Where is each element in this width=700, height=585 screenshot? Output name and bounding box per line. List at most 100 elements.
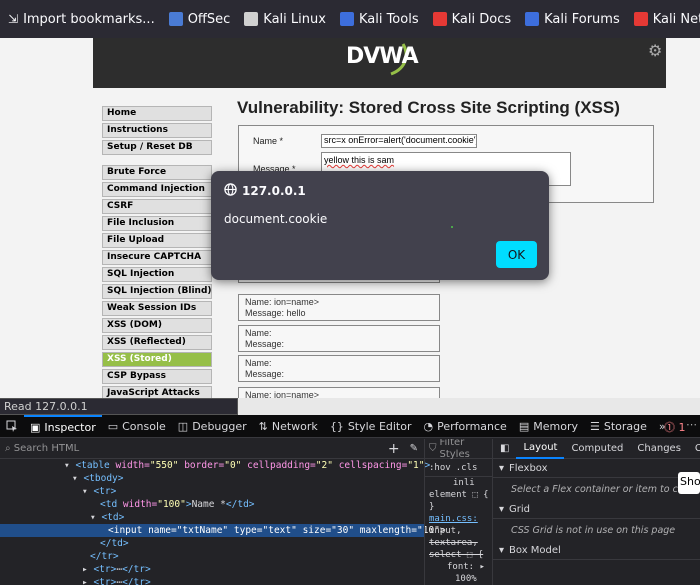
html-tree: ▾ <table width="550" border="0" cellpadd…	[0, 459, 446, 585]
tree-line[interactable]: </tr>	[0, 550, 424, 563]
options-icon[interactable]: ⋯	[686, 418, 697, 431]
grid-section[interactable]: ▾ Grid	[493, 500, 700, 519]
tree-line[interactable]: ▾ <table width="550" border="0" cellpadd…	[0, 459, 430, 472]
kali-tools-icon	[339, 12, 354, 26]
menu-item[interactable]: XSS (Stored)	[102, 352, 212, 367]
rules-pane: ⛉ Filter Styles :hov .cls inli element ⬚ {}…	[424, 439, 492, 585]
ok-button[interactable]: OK	[496, 241, 537, 268]
style-rule-line: textarea,	[429, 538, 478, 548]
sidebar-tab-co[interactable]: Co	[688, 439, 700, 459]
sidebar-tab-changes[interactable]: Changes	[630, 439, 688, 459]
bookmark-item[interactable]: Kali Tools	[339, 12, 419, 27]
guestbook-entry: Name: Message:	[238, 325, 440, 352]
menu-item[interactable]: Home	[102, 106, 212, 121]
search-icon: ⌕	[5, 443, 14, 454]
menu-item[interactable]: File Inclusion	[102, 216, 212, 231]
bookmark-item[interactable]: Kali Linux	[244, 12, 326, 27]
bookmark-item[interactable]: OffSec	[168, 12, 230, 27]
tree-line[interactable]: ▾ <tr>	[0, 485, 424, 498]
message-text: yellow this is sam	[324, 155, 395, 165]
bookmark-item[interactable]: Kali Docs	[432, 11, 512, 27]
menu-item[interactable]: JavaScript Attacks	[102, 386, 212, 398]
menu-item[interactable]: Weak Session IDs	[102, 301, 212, 316]
style-rule-line: inli	[453, 478, 475, 488]
entry-message: Message:	[245, 339, 285, 349]
tab-network[interactable]: ⇅ Network	[253, 415, 324, 438]
bookmark-item[interactable]: Kali NetHunter	[633, 12, 700, 27]
tree-line-selected[interactable]: <input name="txtName" type="text" size="…	[0, 524, 446, 537]
pick-element-button[interactable]	[0, 415, 24, 438]
tab-memory[interactable]: ▤ Memory	[513, 415, 584, 438]
flexbox-section[interactable]: ▾ Flexbox	[493, 459, 700, 478]
menu-item[interactable]: CSRF	[102, 199, 212, 214]
menu-item[interactable]: XSS (Reflected)	[102, 335, 212, 350]
globe-icon	[224, 183, 237, 199]
menu-item[interactable]: Setup / Reset DB	[102, 140, 212, 155]
name-input[interactable]: src=x onError=alert('document.cookie')>	[321, 134, 477, 148]
chevron-down-icon: ▾	[499, 503, 505, 515]
menu-item[interactable]: SQL Injection (Blind)	[102, 284, 212, 299]
dvwa-header: DVWA	[93, 38, 666, 88]
cls-toggle[interactable]: .cls	[456, 462, 478, 474]
html-search-bar: ⌕ Search HTML + ✎	[0, 439, 424, 459]
filter-icon: ⛉	[429, 442, 437, 454]
tab-label: Network	[271, 419, 318, 433]
tab-storage[interactable]: ☰ Storage	[584, 415, 653, 438]
entry-name: Name: ion=name>	[245, 390, 320, 398]
devtools-panel: ▣ Inspector ▭ Console ◫ Debugger ⇅ Network{} Sty…	[0, 415, 700, 585]
flexbox-note: Select a Flex container or item to conti…	[511, 483, 700, 495]
style-rule-line: main.css:	[429, 514, 478, 524]
tab-console[interactable]: ▭ Console	[102, 415, 172, 438]
filter-styles-input[interactable]: Filter Styles	[440, 439, 493, 461]
hov-toggle[interactable]: :hov	[429, 462, 451, 474]
page-title: Vulnerability: Stored Cross Site Scripti…	[237, 98, 620, 117]
tab-debugger[interactable]: ◫ Debugger	[172, 415, 253, 438]
sidebar-tab-layout[interactable]: Layout	[516, 439, 565, 459]
inspector-icon: ▣	[30, 420, 41, 434]
menu-item[interactable]: Insecure CAPTCHA	[102, 250, 212, 265]
error-count: 1	[678, 421, 686, 434]
tree-line[interactable]: ▾ <tbody>	[0, 472, 424, 485]
dialog-title: 127.0.0.1	[224, 183, 306, 199]
style-editor-icon: {}	[329, 419, 344, 433]
menu-item[interactable]: Instructions	[102, 123, 212, 138]
network-icon: ⇅	[258, 419, 268, 433]
kali-docs-icon	[432, 12, 447, 26]
tab-performance[interactable]: ◔ Performance	[418, 415, 513, 438]
menu-item[interactable]: Brute Force	[102, 165, 212, 180]
memory-icon: ▤	[518, 419, 530, 433]
tree-line[interactable]: ▸ <tr>⋯</tr>	[0, 576, 424, 585]
style-rule-line: 100%	[455, 574, 477, 584]
tab-label: Storage	[603, 419, 647, 433]
menu-item[interactable]: SQL Injection	[102, 267, 212, 282]
eyedropper-icon[interactable]: ✎	[410, 443, 418, 454]
tree-line[interactable]: ▸ <tr>⋯</tr>	[0, 563, 424, 576]
error-icon: ⓵	[664, 421, 675, 434]
tab-inspector[interactable]: ▣ Inspector	[24, 415, 102, 438]
filter-styles-bar: ⛉ Filter Styles	[425, 439, 493, 461]
menu-item[interactable]: Command Injection	[102, 182, 212, 197]
tree-line[interactable]: ▾ <td>	[0, 511, 424, 524]
menu-item[interactable]: XSS (DOM)	[102, 318, 212, 333]
dvwa-logo[interactable]: DVWA	[346, 44, 419, 69]
panel-toggle-icon[interactable]: ◧	[493, 439, 516, 459]
tree-line[interactable]: </td>	[0, 537, 424, 550]
search-html-input[interactable]: Search HTML	[14, 443, 388, 454]
menu-item[interactable]: File Upload	[102, 233, 212, 248]
menu-item[interactable]: CSP Bypass	[102, 369, 212, 384]
guestbook-entry: Name: ion=name>Message: hello sam	[238, 387, 440, 398]
settings-gear-icon[interactable]: ⚙	[648, 41, 662, 60]
entry-message: Message:	[245, 369, 285, 379]
sidebar-tab-computed[interactable]: Computed	[564, 439, 630, 459]
tree-line[interactable]: <td width="100">Name *</td>	[0, 498, 424, 511]
tab-style-editor[interactable]: {} Style Editor	[324, 415, 418, 438]
bookmark-item[interactable]: Kali Forums	[525, 12, 620, 27]
error-badge[interactable]: ⓵ 1	[664, 419, 686, 435]
tab-label: Memory	[533, 419, 578, 433]
style-rule-line: font: ▸	[447, 562, 485, 572]
box-model-section[interactable]: ▾ Box Model	[493, 541, 700, 560]
add-node-icon[interactable]: +	[388, 441, 400, 457]
bookmark-item[interactable]: ⇲ Import bookmarks...	[8, 12, 155, 27]
alert-dialog: 127.0.0.1 document.cookie OK	[211, 171, 549, 280]
bookmark-label: Kali Docs	[451, 11, 512, 27]
